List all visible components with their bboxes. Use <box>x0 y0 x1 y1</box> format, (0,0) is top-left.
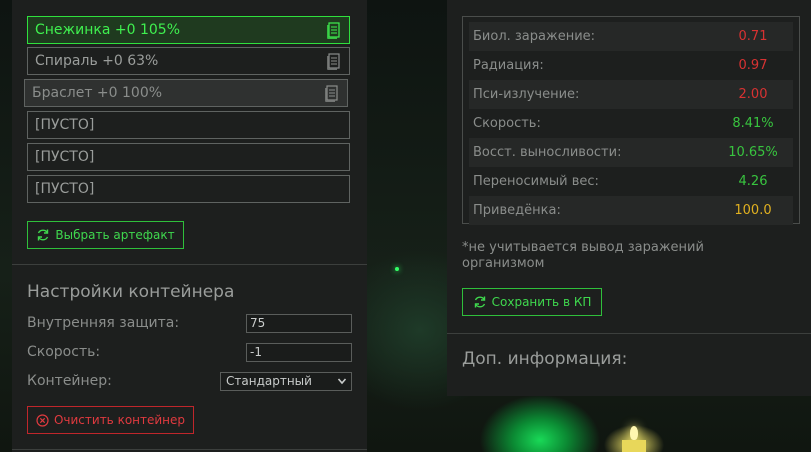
speed-input[interactable]: -1 <box>246 343 352 362</box>
stats-note: *не учитывается вывод заражений организм… <box>462 240 704 271</box>
stat-name: Радиация: <box>473 58 544 73</box>
container-settings-title: Настройки контейнера <box>27 282 235 302</box>
artifact-slot-label: [ПУСТО] <box>35 117 95 133</box>
artifact-slot-label: [ПУСТО] <box>35 181 95 197</box>
candle-flame <box>630 426 638 440</box>
stat-value: 0.71 <box>738 29 768 44</box>
artifact-slot[interactable]: Браслет +0 100% <box>24 79 348 107</box>
stat-name: Скорость: <box>473 116 541 131</box>
stat-value: 4.26 <box>738 174 768 189</box>
stat-row: Приведёнка: 100.0 <box>469 196 793 225</box>
stat-value: 0.97 <box>738 58 768 73</box>
artifact-container-panel: Снежинка +0 105% Спираль +0 63% Браслет +0… <box>12 0 367 452</box>
stat-row: Скорость: 8.41% <box>469 109 793 138</box>
panel-divider-bottom <box>12 449 367 450</box>
select-artifact-label: Выбрать артефакт <box>55 228 175 242</box>
refresh-icon <box>474 296 485 308</box>
stats-panel: Биол. заражение: 0.71 Радиация: 0.97 Пси-изл… <box>447 0 811 396</box>
document-icon[interactable] <box>327 22 341 39</box>
stat-value: 100.0 <box>734 203 772 218</box>
stat-value: 10.65% <box>728 145 778 160</box>
clear-container-button[interactable]: Очистить контейнер <box>27 406 194 434</box>
candle <box>622 440 646 452</box>
stat-row: Пси-излучение: 2.00 <box>469 80 793 109</box>
cancel-circle-icon <box>36 413 49 427</box>
clear-container-label: Очистить контейнер <box>53 413 186 427</box>
document-icon[interactable] <box>325 85 339 102</box>
speed-label: Скорость: <box>27 344 101 360</box>
stat-row: Восст. выносливости: 10.65% <box>469 138 793 167</box>
stat-row: Биол. заражение: 0.71 <box>469 22 793 51</box>
stats-rows: Биол. заражение: 0.71 Радиация: 0.97 Пси-изл… <box>469 22 793 225</box>
stat-value: 2.00 <box>738 87 768 102</box>
artifact-slot-label: [ПУСТО] <box>35 149 95 165</box>
stat-name: Пси-излучение: <box>473 87 580 102</box>
container-type-select[interactable]: Стандартный <box>220 372 352 391</box>
panel-divider <box>12 264 367 265</box>
artifact-slot-label: Браслет +0 100% <box>32 85 163 101</box>
stats-divider <box>447 333 811 334</box>
artifact-slot[interactable]: [ПУСТО] <box>27 143 350 171</box>
artifact-slot[interactable]: [ПУСТО] <box>27 111 350 139</box>
save-to-kp-label: Сохранить в КП <box>491 295 592 309</box>
inner-protection-input[interactable]: 75 <box>246 314 352 333</box>
stat-row: Переносимый вес: 4.26 <box>469 167 793 196</box>
stats-table: Биол. заражение: 0.71 Радиация: 0.97 Пси-изл… <box>462 16 800 225</box>
stat-name: Восст. выносливости: <box>473 145 622 160</box>
artifact-slot-label: Спираль +0 63% <box>35 53 159 69</box>
artifact-slot[interactable]: Спираль +0 63% <box>27 47 350 75</box>
inner-protection-label: Внутренняя защита: <box>27 315 180 331</box>
stat-row: Радиация: 0.97 <box>469 51 793 80</box>
container-type-value: Стандартный <box>226 374 312 388</box>
chevron-down-icon <box>337 378 347 385</box>
document-icon[interactable] <box>327 53 341 70</box>
save-to-kp-button[interactable]: Сохранить в КП <box>462 288 602 316</box>
extra-info-title: Доп. информация: <box>462 349 628 369</box>
refresh-icon <box>38 229 49 241</box>
stat-name: Приведёнка: <box>473 203 561 218</box>
stat-name: Биол. заражение: <box>473 29 596 44</box>
stat-name: Переносимый вес: <box>473 174 599 189</box>
artifact-slot-label: Снежинка +0 105% <box>35 22 181 38</box>
container-type-label: Контейнер: <box>27 373 112 389</box>
artifact-slot[interactable]: Снежинка +0 105% <box>27 16 350 44</box>
select-artifact-button[interactable]: Выбрать артефакт <box>27 221 184 249</box>
stat-value: 8.41% <box>732 116 774 131</box>
background-glow <box>395 267 399 271</box>
artifact-slot[interactable]: [ПУСТО] <box>27 175 350 203</box>
